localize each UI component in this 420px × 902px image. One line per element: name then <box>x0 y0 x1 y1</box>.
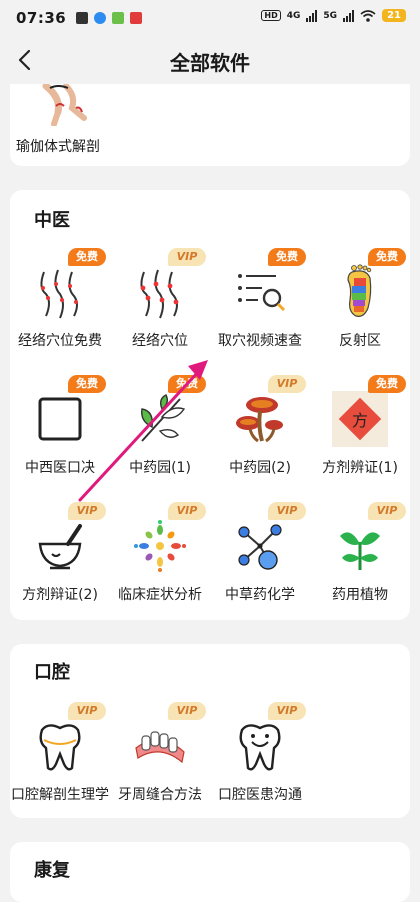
yoga-card: 瑜伽体式解剖 <box>10 84 410 166</box>
app-item-label: 中药园(2) <box>229 460 291 476</box>
app-item-label: 经络穴位免费 <box>18 333 102 349</box>
colorful-circle-icon <box>134 520 186 572</box>
app-item-herb-garden-2[interactable]: VIP 中药园(2) <box>210 375 310 495</box>
vip-badge: VIP <box>168 502 206 520</box>
mortar-pestle-icon <box>38 524 82 570</box>
app-item-tcm-mnemonics[interactable]: 免费 中西医口决 <box>10 375 110 495</box>
yoga-item-label[interactable]: 瑜伽体式解剖 <box>16 136 100 156</box>
prescription-glyph: 方 <box>351 410 369 430</box>
app-notification-icon <box>76 12 89 24</box>
vip-badge: VIP <box>268 502 306 520</box>
app-item-label: 药用植物 <box>332 587 388 603</box>
app-notification-icon <box>94 12 107 24</box>
hd-icon: HD <box>261 10 281 21</box>
tcm-card: 中医 免费 经络穴位免费 VIP 经络穴位 免费 取穴视频速查 免费 反射区 免… <box>10 190 410 620</box>
free-badge: 免费 <box>368 248 406 266</box>
app-item-label: 方剂辩证(2) <box>22 587 98 603</box>
plant-sprout-icon <box>340 532 380 570</box>
app-item-oral-anatomy[interactable]: VIP 口腔解剖生理学 <box>10 702 110 818</box>
wifi-icon <box>360 9 376 22</box>
app-item-label: 经络穴位 <box>132 333 188 349</box>
vip-badge: VIP <box>368 502 406 520</box>
leaf-branch-icon <box>141 394 186 442</box>
app-item-label: 反射区 <box>339 333 381 349</box>
app-item-acupoint-video[interactable]: 免费 取穴视频速查 <box>210 248 310 368</box>
signal-icon <box>343 9 355 22</box>
vip-badge: VIP <box>168 702 206 720</box>
free-badge: 免费 <box>68 375 106 393</box>
app-item-doctor-patient-communication[interactable]: VIP 口腔医患沟通 <box>210 702 310 818</box>
app-notification-icon <box>112 12 125 24</box>
app-item-label: 临床症状分析 <box>118 587 202 603</box>
vip-badge: VIP <box>268 375 306 393</box>
app-item-label: 口腔医患沟通 <box>218 787 302 803</box>
app-item-herb-garden-1[interactable]: 免费 中药园(1) <box>110 375 210 495</box>
vip-badge: VIP <box>68 702 106 720</box>
foot-reflexology-icon <box>347 264 372 317</box>
app-item-label: 方剂辨证(1) <box>322 460 398 476</box>
app-item-clinical-symptoms[interactable]: VIP 临床症状分析 <box>110 502 210 620</box>
network-type-label: 4G <box>286 10 301 21</box>
yoga-figure-icon[interactable] <box>36 84 96 126</box>
molecule-icon <box>238 524 282 570</box>
section-title-dental: 口腔 <box>34 662 70 683</box>
network-type-label: 5G <box>323 10 338 21</box>
vip-badge: VIP <box>168 248 206 266</box>
free-badge: 免费 <box>68 248 106 266</box>
prescription-seal-icon: 方 <box>332 391 388 447</box>
battery-icon: 21 <box>382 9 406 22</box>
free-badge: 免费 <box>368 375 406 393</box>
gum-teeth-icon <box>135 731 185 764</box>
app-item-label: 中西医口决 <box>25 460 95 476</box>
app-item-label: 口腔解剖生理学 <box>11 787 109 803</box>
vip-badge: VIP <box>68 502 106 520</box>
section-title-rehab: 康复 <box>34 860 70 881</box>
app-item-label: 中药园(1) <box>129 460 191 476</box>
app-item-meridian-vip[interactable]: VIP 经络穴位 <box>110 248 210 368</box>
tooth-icon <box>39 724 81 771</box>
free-badge: 免费 <box>168 375 206 393</box>
header: 全部软件 <box>0 36 420 84</box>
app-item-herbal-chemistry[interactable]: VIP 中草药化学 <box>210 502 310 620</box>
list-search-icon <box>238 274 286 312</box>
section-title-tcm: 中医 <box>34 210 70 231</box>
notification-icons <box>76 12 143 24</box>
app-item-prescription-2[interactable]: VIP 方剂辩证(2) <box>10 502 110 620</box>
app-item-medicinal-plants[interactable]: VIP 药用植物 <box>310 502 410 620</box>
app-notification-icon <box>130 12 143 24</box>
app-item-label: 取穴视频速查 <box>218 333 302 349</box>
free-badge: 免费 <box>268 248 306 266</box>
signal-icon <box>306 9 318 22</box>
app-item-periodontal-suture[interactable]: VIP 牙周缝合方法 <box>110 702 210 818</box>
page-title: 全部软件 <box>170 51 250 75</box>
status-time: 07:36 <box>16 9 67 27</box>
meridian-points-icon <box>140 269 179 319</box>
app-item-meridian-free[interactable]: 免费 经络穴位免费 <box>10 248 110 368</box>
smiling-tooth-icon <box>239 724 281 771</box>
dental-card: 口腔 VIP 口腔解剖生理学 VIP 牙周缝合方法 VIP 口腔医患沟通 <box>10 644 410 818</box>
app-item-label: 牙周缝合方法 <box>118 787 202 803</box>
app-item-label: 中草药化学 <box>225 587 295 603</box>
meridian-points-icon <box>40 269 78 319</box>
rehab-card: 康复 <box>10 842 410 902</box>
app-item-prescription-1[interactable]: 方 免费 方剂辨证(1) <box>310 375 410 495</box>
lingzhi-mushroom-icon <box>236 397 283 443</box>
app-item-reflex-zone[interactable]: 免费 反射区 <box>310 248 410 368</box>
vip-badge: VIP <box>268 702 306 720</box>
status-bar: 07:36 HD 4G 5G 21 <box>0 0 420 36</box>
square-outline-icon <box>38 397 82 441</box>
